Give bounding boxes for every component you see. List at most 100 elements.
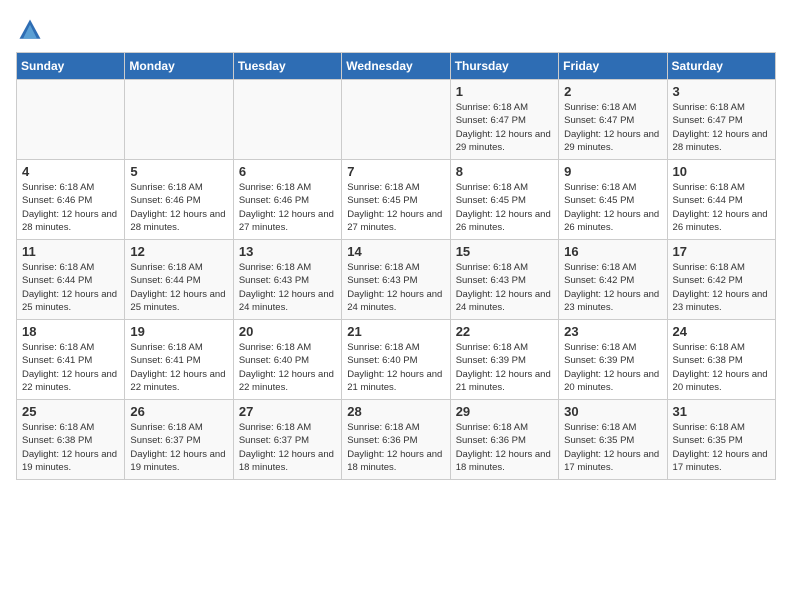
day-number: 15: [456, 244, 553, 259]
day-header-monday: Monday: [125, 53, 233, 80]
day-info: Sunrise: 6:18 AM Sunset: 6:37 PM Dayligh…: [130, 421, 227, 474]
day-info: Sunrise: 6:18 AM Sunset: 6:45 PM Dayligh…: [456, 181, 553, 234]
day-info: Sunrise: 6:18 AM Sunset: 6:40 PM Dayligh…: [239, 341, 336, 394]
calendar-week-row: 11 Sunrise: 6:18 AM Sunset: 6:44 PM Dayli…: [17, 240, 776, 320]
day-info: Sunrise: 6:18 AM Sunset: 6:45 PM Dayligh…: [347, 181, 444, 234]
day-info: Sunrise: 6:18 AM Sunset: 6:40 PM Dayligh…: [347, 341, 444, 394]
day-number: 8: [456, 164, 553, 179]
calendar-week-row: 1Sunrise: 6:18 AM Sunset: 6:47 PM Daylig…: [17, 80, 776, 160]
day-number: 29: [456, 404, 553, 419]
day-number: 27: [239, 404, 336, 419]
day-number: 21: [347, 324, 444, 339]
day-number: 28: [347, 404, 444, 419]
day-info: Sunrise: 6:18 AM Sunset: 6:37 PM Dayligh…: [239, 421, 336, 474]
calendar-cell: 19 Sunrise: 6:18 AM Sunset: 6:41 PM Dayli…: [125, 320, 233, 400]
calendar-cell: 23 Sunrise: 6:18 AM Sunset: 6:39 PM Dayli…: [559, 320, 667, 400]
calendar-cell: 30Sunrise: 6:18 AM Sunset: 6:35 PM Dayli…: [559, 400, 667, 480]
day-info: Sunrise: 6:18 AM Sunset: 6:42 PM Dayligh…: [564, 261, 661, 314]
logo-icon: [16, 16, 44, 44]
day-info: Sunrise: 6:18 AM Sunset: 6:38 PM Dayligh…: [22, 421, 119, 474]
day-number: 19: [130, 324, 227, 339]
day-number: 26: [130, 404, 227, 419]
day-number: 16: [564, 244, 661, 259]
day-header-tuesday: Tuesday: [233, 53, 341, 80]
day-header-saturday: Saturday: [667, 53, 775, 80]
day-number: 10: [673, 164, 770, 179]
day-info: Sunrise: 6:18 AM Sunset: 6:42 PM Dayligh…: [673, 261, 770, 314]
calendar-week-row: 18 Sunrise: 6:18 AM Sunset: 6:41 PM Dayli…: [17, 320, 776, 400]
day-number: 17: [673, 244, 770, 259]
calendar-cell: 4 Sunrise: 6:18 AM Sunset: 6:46 PM Daylig…: [17, 160, 125, 240]
day-number: 30: [564, 404, 661, 419]
day-info: Sunrise: 6:18 AM Sunset: 6:46 PM Dayligh…: [130, 181, 227, 234]
calendar-cell: 1Sunrise: 6:18 AM Sunset: 6:47 PM Daylig…: [450, 80, 558, 160]
day-number: 31: [673, 404, 770, 419]
calendar-cell: 17 Sunrise: 6:18 AM Sunset: 6:42 PM Dayli…: [667, 240, 775, 320]
calendar-cell: 29 Sunrise: 6:18 AM Sunset: 6:36 PM Dayli…: [450, 400, 558, 480]
day-number: 14: [347, 244, 444, 259]
calendar-cell: 18 Sunrise: 6:18 AM Sunset: 6:41 PM Dayli…: [17, 320, 125, 400]
day-number: 20: [239, 324, 336, 339]
day-info: Sunrise: 6:18 AM Sunset: 6:43 PM Dayligh…: [347, 261, 444, 314]
day-info: Sunrise: 6:18 AM Sunset: 6:35 PM Dayligh…: [673, 421, 770, 474]
calendar-cell: 11Sunrise: 6:18 AM Sunset: 6:44 PM Dayli…: [17, 240, 125, 320]
calendar-cell: [342, 80, 450, 160]
day-number: 11: [22, 244, 119, 259]
day-number: 6: [239, 164, 336, 179]
calendar-cell: 7 Sunrise: 6:18 AM Sunset: 6:45 PM Daylig…: [342, 160, 450, 240]
day-number: 7: [347, 164, 444, 179]
day-info: Sunrise: 6:18 AM Sunset: 6:46 PM Dayligh…: [239, 181, 336, 234]
day-header-thursday: Thursday: [450, 53, 558, 80]
day-info: Sunrise: 6:18 AM Sunset: 6:39 PM Dayligh…: [564, 341, 661, 394]
calendar-cell: 8 Sunrise: 6:18 AM Sunset: 6:45 PM Daylig…: [450, 160, 558, 240]
day-number: 9: [564, 164, 661, 179]
calendar-cell: 10 Sunrise: 6:18 AM Sunset: 6:44 PM Dayli…: [667, 160, 775, 240]
day-info: Sunrise: 6:18 AM Sunset: 6:41 PM Dayligh…: [22, 341, 119, 394]
day-header-sunday: Sunday: [17, 53, 125, 80]
calendar-cell: 20 Sunrise: 6:18 AM Sunset: 6:40 PM Dayli…: [233, 320, 341, 400]
day-number: 24: [673, 324, 770, 339]
calendar-cell: 9 Sunrise: 6:18 AM Sunset: 6:45 PM Daylig…: [559, 160, 667, 240]
calendar-cell: 24 Sunrise: 6:18 AM Sunset: 6:38 PM Dayli…: [667, 320, 775, 400]
calendar-header-row: SundayMondayTuesdayWednesdayThursdayFrid…: [17, 53, 776, 80]
day-number: 5: [130, 164, 227, 179]
calendar-cell: 6 Sunrise: 6:18 AM Sunset: 6:46 PM Daylig…: [233, 160, 341, 240]
day-info: Sunrise: 6:18 AM Sunset: 6:44 PM Dayligh…: [130, 261, 227, 314]
day-info: Sunrise: 6:18 AM Sunset: 6:43 PM Dayligh…: [239, 261, 336, 314]
day-info: Sunrise: 6:18 AM Sunset: 6:36 PM Dayligh…: [456, 421, 553, 474]
day-info: Sunrise: 6:18 AM Sunset: 6:47 PM Dayligh…: [456, 101, 553, 154]
calendar-cell: 5 Sunrise: 6:18 AM Sunset: 6:46 PM Daylig…: [125, 160, 233, 240]
day-number: 2: [564, 84, 661, 99]
calendar-cell: [233, 80, 341, 160]
calendar-cell: 13 Sunrise: 6:18 AM Sunset: 6:43 PM Dayli…: [233, 240, 341, 320]
page-header: [16, 16, 776, 44]
day-info: Sunrise: 6:18 AM Sunset: 6:39 PM Dayligh…: [456, 341, 553, 394]
day-info: Sunrise: 6:18 AM Sunset: 6:43 PM Dayligh…: [456, 261, 553, 314]
day-info: Sunrise: 6:18 AM Sunset: 6:38 PM Dayligh…: [673, 341, 770, 394]
day-info: Sunrise: 6:18 AM Sunset: 6:45 PM Dayligh…: [564, 181, 661, 234]
logo: [16, 16, 48, 44]
day-info: Sunrise: 6:18 AM Sunset: 6:36 PM Dayligh…: [347, 421, 444, 474]
day-header-wednesday: Wednesday: [342, 53, 450, 80]
day-number: 12: [130, 244, 227, 259]
day-number: 3: [673, 84, 770, 99]
day-info: Sunrise: 6:18 AM Sunset: 6:47 PM Dayligh…: [673, 101, 770, 154]
day-info: Sunrise: 6:18 AM Sunset: 6:44 PM Dayligh…: [673, 181, 770, 234]
calendar-week-row: 4 Sunrise: 6:18 AM Sunset: 6:46 PM Daylig…: [17, 160, 776, 240]
calendar-cell: 31 Sunrise: 6:18 AM Sunset: 6:35 PM Dayli…: [667, 400, 775, 480]
calendar-cell: [125, 80, 233, 160]
day-number: 18: [22, 324, 119, 339]
day-info: Sunrise: 6:18 AM Sunset: 6:41 PM Dayligh…: [130, 341, 227, 394]
day-number: 4: [22, 164, 119, 179]
day-number: 13: [239, 244, 336, 259]
calendar-week-row: 25 Sunrise: 6:18 AM Sunset: 6:38 PM Dayli…: [17, 400, 776, 480]
day-info: Sunrise: 6:18 AM Sunset: 6:46 PM Dayligh…: [22, 181, 119, 234]
day-header-friday: Friday: [559, 53, 667, 80]
day-number: 25: [22, 404, 119, 419]
calendar-cell: 16 Sunrise: 6:18 AM Sunset: 6:42 PM Dayli…: [559, 240, 667, 320]
calendar-cell: 2Sunrise: 6:18 AM Sunset: 6:47 PM Daylig…: [559, 80, 667, 160]
day-number: 23: [564, 324, 661, 339]
calendar-cell: [17, 80, 125, 160]
calendar-cell: 28 Sunrise: 6:18 AM Sunset: 6:36 PM Dayli…: [342, 400, 450, 480]
calendar-cell: 25 Sunrise: 6:18 AM Sunset: 6:38 PM Dayli…: [17, 400, 125, 480]
